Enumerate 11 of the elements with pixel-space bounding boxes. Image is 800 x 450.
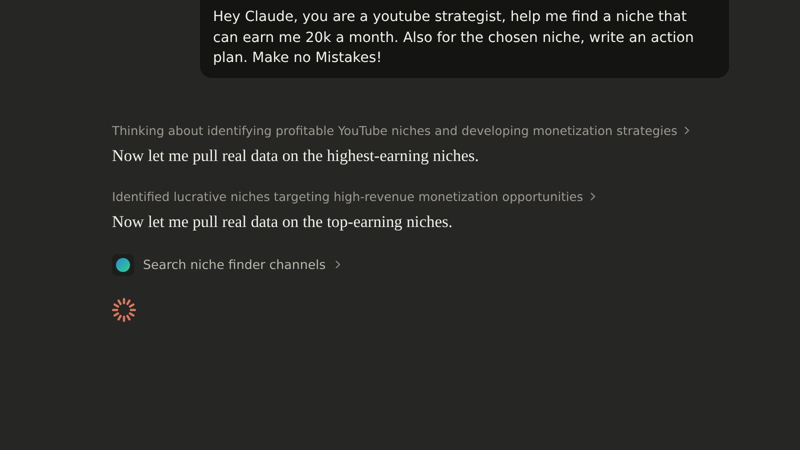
loading-spinner-icon [111,296,137,322]
thinking-summary[interactable]: Thinking about identifying profitable YouTube niches and developing monetization strategies [112,122,690,140]
response-text: Now let me pull real data on the highest-earning niches. [112,146,479,166]
chevron-icon [590,192,596,201]
chevron-icon [684,126,690,135]
user-message: Hey Claude, you are a youtube strategist, help me find a niche that can earn me 20k a month. Also for the chosen niche, write an action plan. Make no Mistakes! [200,0,729,78]
tool-call[interactable]: Search niche finder channels [112,254,341,276]
thinking-summary[interactable]: Identified lucrative niches targeting high-revenue monetization opportunities [112,188,596,206]
response-text: Now let me pull real data on the top-earning niches. [112,212,452,232]
chevron-icon [334,260,341,269]
tool-logo-icon [112,254,134,276]
